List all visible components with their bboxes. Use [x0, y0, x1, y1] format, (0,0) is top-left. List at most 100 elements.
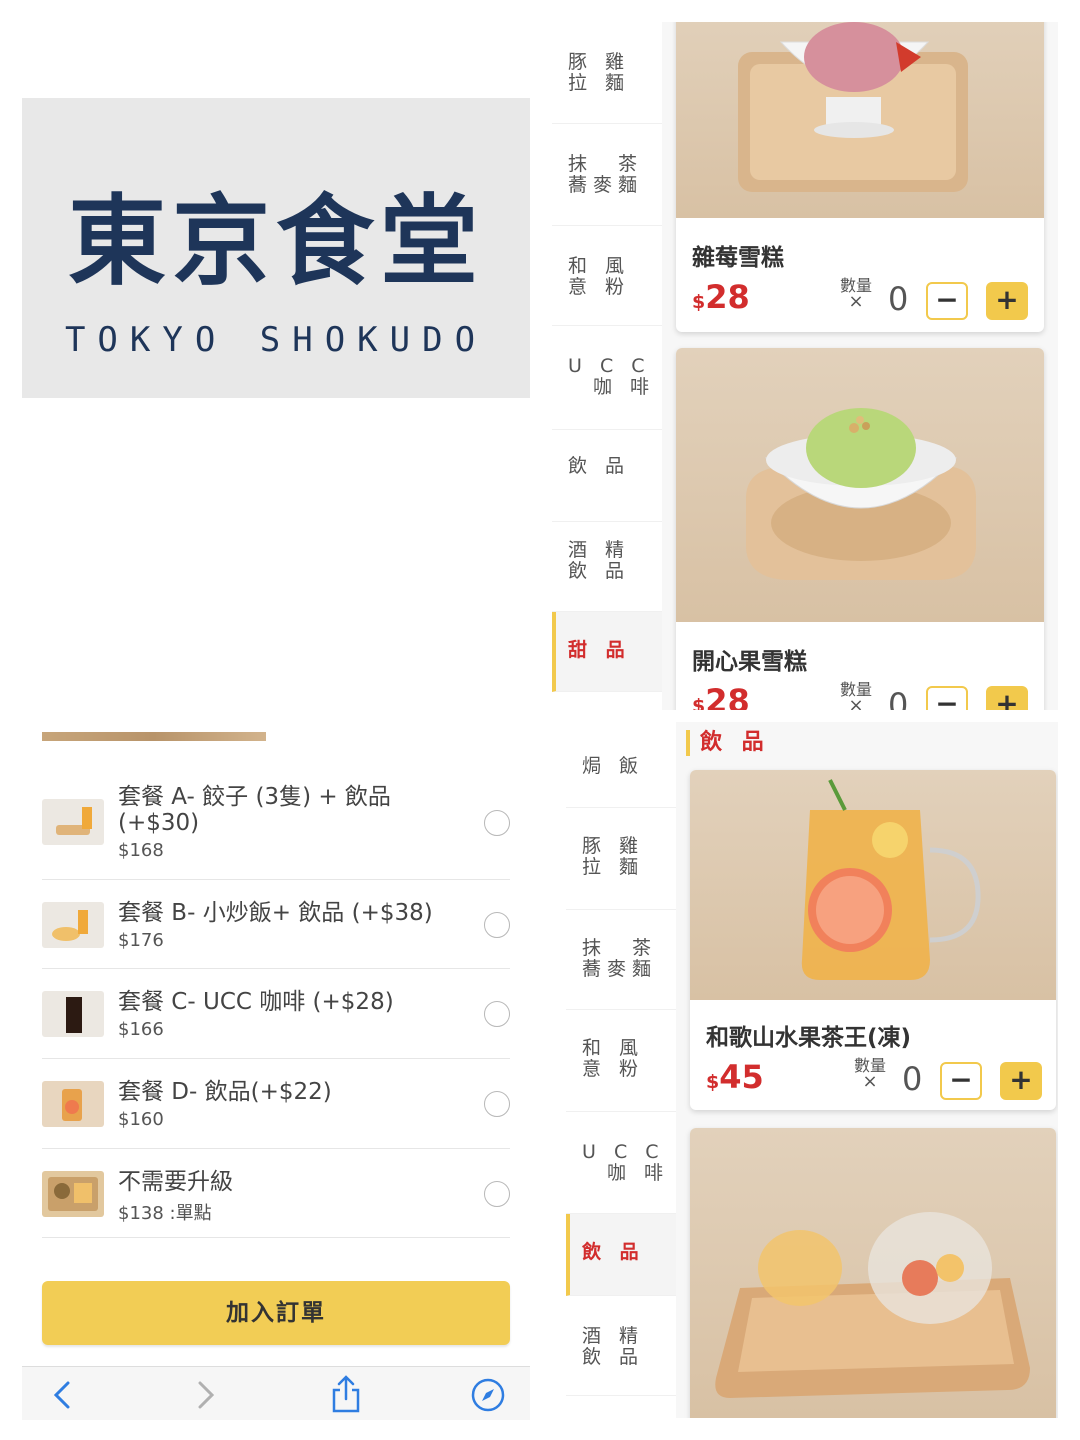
- category-label: 和 風: [568, 255, 631, 277]
- set-option-radio[interactable]: [484, 1001, 510, 1027]
- product-photo: [676, 348, 1044, 622]
- image-strip-fragment: [42, 732, 266, 741]
- set-none-thumbnail: [42, 1171, 104, 1217]
- product-photo: [690, 1128, 1056, 1418]
- category-label: 抹 茶: [582, 937, 658, 959]
- category-label: 意 粉: [568, 276, 631, 298]
- category-alcohol[interactable]: 酒 精 飲 品: [552, 522, 662, 612]
- category-label: 蕎麥麵: [568, 174, 644, 196]
- product-name: 開心果雪糕: [692, 649, 807, 675]
- product-card[interactable]: 雜莓雪糕 $28 數量 × 0 − +: [676, 22, 1044, 332]
- category-soba[interactable]: 抹 茶 蕎麥麵: [566, 910, 676, 1010]
- product-price: $45: [706, 1058, 764, 1096]
- product-price: $28: [692, 278, 750, 316]
- increase-quantity-button[interactable]: +: [986, 686, 1028, 710]
- quantity-label: 數量 ×: [840, 682, 872, 711]
- times-icon: ×: [848, 695, 864, 711]
- set-option-none[interactable]: 不需要升級 $138 :單點: [42, 1149, 510, 1238]
- category-label: 飲 品: [582, 1241, 645, 1263]
- set-b-thumbnail: [42, 902, 104, 948]
- times-icon: ×: [862, 1071, 878, 1092]
- category-ramen[interactable]: 豚 雞 拉 麵: [552, 22, 662, 124]
- category-label: 酒 精: [582, 1325, 645, 1347]
- category-soba[interactable]: 抹 茶 蕎麥麵: [552, 124, 662, 226]
- category-label: 焗 飯: [582, 755, 645, 777]
- logo-name-jp: 東京食堂: [67, 185, 484, 299]
- set-option-title: 套餐 B- 小炒飯+ 飲品 (+$38): [118, 900, 433, 926]
- set-option-radio[interactable]: [484, 1181, 510, 1207]
- currency-symbol: $: [692, 695, 706, 710]
- quantity-label: 數量 ×: [854, 1058, 886, 1092]
- category-label: 豚 雞: [568, 51, 631, 73]
- category-sidebar-bottom: 焗 飯 豚 雞 拉 麵 抹 茶 蕎麥麵 和 風 意 粉 U C C 咖 啡 飲 …: [566, 722, 676, 1418]
- back-icon[interactable]: [48, 1379, 76, 1415]
- product-photo: [676, 22, 1044, 218]
- category-ramen[interactable]: 豚 雞 拉 麵: [566, 808, 676, 910]
- category-label: 酒 精: [568, 539, 631, 561]
- product-card[interactable]: 開心果雪糕 $28 數量 × 0 − +: [676, 348, 1044, 710]
- set-option-c[interactable]: 套餐 C- UCC 咖啡 (+$28) $166: [42, 969, 510, 1059]
- category-label: 抹 茶: [568, 153, 644, 175]
- section-header: 飲 品: [686, 730, 770, 756]
- forward-icon[interactable]: [192, 1379, 220, 1415]
- price-value: 28: [705, 682, 750, 710]
- increase-quantity-button[interactable]: +: [1000, 1062, 1042, 1100]
- set-d-thumbnail: [42, 1081, 104, 1127]
- set-option-price: $138 :單點: [118, 1203, 212, 1224]
- category-label: U C C: [568, 355, 651, 377]
- category-ucc-coffee[interactable]: U C C 咖 啡: [566, 1112, 676, 1214]
- category-label: 飲 品: [568, 455, 631, 477]
- category-drinks[interactable]: 飲 品: [552, 430, 662, 522]
- set-option-radio[interactable]: [484, 810, 510, 836]
- category-label: 飲 品: [568, 560, 631, 582]
- share-icon[interactable]: [330, 1375, 362, 1417]
- set-option-title: 套餐 D- 飲品(+$22): [118, 1079, 332, 1105]
- decrease-quantity-button[interactable]: −: [926, 282, 968, 320]
- logo-banner: 東京食堂 TOKYO SHOKUDO: [22, 98, 530, 398]
- category-label: 咖 啡: [582, 1162, 670, 1184]
- set-option-title: 套餐 A- 餃子 (3隻) + 飲品 (+$30): [118, 784, 391, 836]
- category-label: 和 風: [582, 1037, 645, 1059]
- product-photo: [690, 770, 1056, 1000]
- set-option-d[interactable]: 套餐 D- 飲品(+$22) $160: [42, 1059, 510, 1149]
- set-option-radio[interactable]: [484, 912, 510, 938]
- increase-quantity-button[interactable]: +: [986, 282, 1028, 320]
- product-card[interactable]: [690, 1128, 1056, 1418]
- currency-symbol: $: [706, 1071, 720, 1093]
- quantity-value: 0: [888, 686, 909, 710]
- category-drinks[interactable]: 飲 品: [566, 1214, 676, 1296]
- category-label: 拉 麵: [582, 856, 645, 878]
- set-option-title: 不需要升級: [118, 1169, 233, 1195]
- price-value: 28: [705, 278, 750, 316]
- compass-icon[interactable]: [470, 1377, 506, 1417]
- set-option-a[interactable]: 套餐 A- 餃子 (3隻) + 飲品 (+$30) $168: [42, 764, 510, 880]
- set-option-price: $176: [118, 930, 164, 951]
- quantity-value: 0: [888, 280, 909, 318]
- category-label: 拉 麵: [568, 72, 631, 94]
- add-to-order-button[interactable]: 加入訂單: [42, 1281, 510, 1345]
- price-value: 45: [719, 1058, 764, 1096]
- product-card[interactable]: 和歌山水果茶王(凍) $45 數量 × 0 − +: [690, 770, 1056, 1110]
- ice-cream-image: [738, 22, 968, 192]
- category-pasta[interactable]: 和 風 意 粉: [566, 1010, 676, 1112]
- set-option-b[interactable]: 套餐 B- 小炒飯+ 飲品 (+$38) $176: [42, 880, 510, 969]
- category-label: 甜 品: [568, 639, 631, 661]
- category-label: 蕎麥麵: [582, 958, 658, 980]
- category-baked-rice[interactable]: 焗 飯: [566, 722, 676, 808]
- category-label: 咖 啡: [568, 376, 656, 398]
- category-dessert[interactable]: 甜 品: [552, 612, 662, 692]
- category-ucc-coffee[interactable]: U C C 咖 啡: [552, 326, 662, 430]
- browser-toolbar: [22, 1366, 530, 1420]
- decrease-quantity-button[interactable]: −: [926, 686, 968, 710]
- set-option-radio[interactable]: [484, 1091, 510, 1117]
- set-option-price: $160: [118, 1109, 164, 1130]
- product-list-bottom: 飲 品 和歌山水果茶王(凍) $45 數量 × 0 − +: [676, 722, 1058, 1418]
- decrease-quantity-button[interactable]: −: [940, 1062, 982, 1100]
- quantity-value: 0: [902, 1060, 923, 1098]
- set-option-title: 套餐 C- UCC 咖啡 (+$28): [118, 989, 394, 1015]
- category-pasta[interactable]: 和 風 意 粉: [552, 226, 662, 326]
- set-c-thumbnail: [42, 991, 104, 1037]
- category-alcohol[interactable]: 酒 精 飲 品: [566, 1296, 676, 1396]
- set-option-price: $168: [118, 840, 164, 861]
- ice-cream-image: [746, 408, 976, 580]
